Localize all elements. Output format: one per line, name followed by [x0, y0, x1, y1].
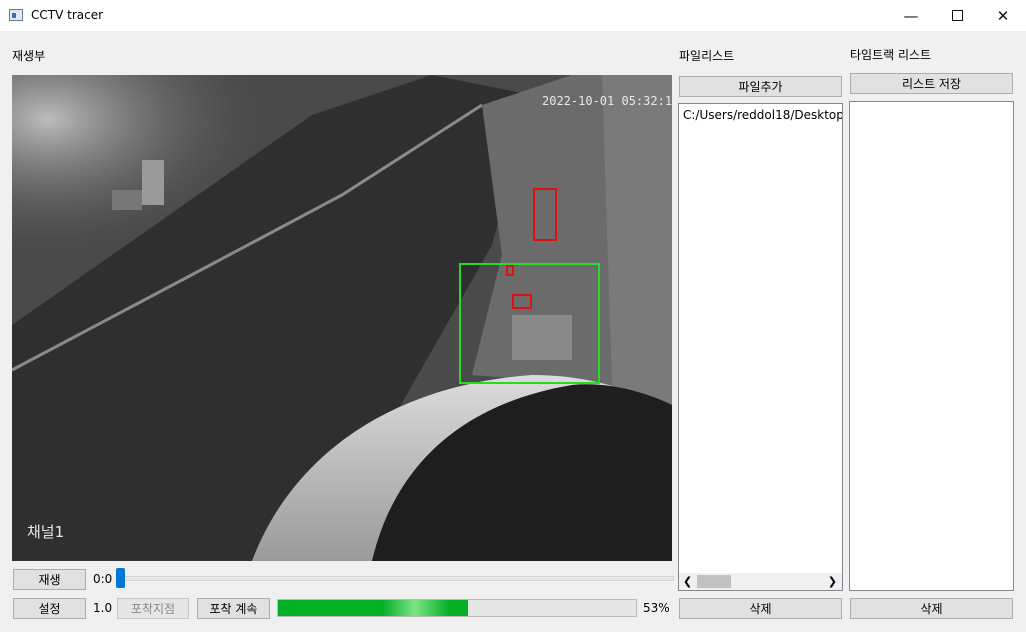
video-frame: 2022-10-01 05:32:17 채널1 — [12, 75, 672, 561]
time-label: 0:0 — [93, 572, 113, 586]
add-file-button[interactable]: 파일추가 — [679, 76, 842, 97]
cctv-scene: 2022-10-01 05:32:17 채널1 — [12, 75, 672, 561]
file-list-item[interactable]: C:/Users/reddol18/Desktop/9 — [683, 108, 842, 122]
progress-fill — [278, 600, 468, 616]
scroll-right-icon[interactable]: ❯ — [828, 573, 837, 590]
save-list-button[interactable]: 리스트 저장 — [850, 73, 1013, 94]
delete-timetrack-button[interactable]: 삭제 — [850, 598, 1013, 619]
seek-slider[interactable] — [116, 568, 674, 590]
maximize-button[interactable] — [934, 0, 980, 31]
player-section-label: 재생부 — [12, 49, 46, 63]
maximize-icon — [951, 10, 963, 21]
window-title: CCTV tracer — [31, 8, 104, 22]
file-list-section-label: 파일리스트 — [679, 49, 735, 63]
scroll-left-icon[interactable]: ❮ — [683, 573, 692, 590]
minimize-button[interactable]: — — [888, 0, 934, 31]
app-icon — [9, 9, 23, 21]
close-button[interactable]: ✕ — [980, 0, 1026, 31]
close-icon: ✕ — [996, 6, 1010, 25]
horizontal-scrollbar[interactable]: ❮ ❯ — [679, 573, 842, 590]
timetrack-section-label: 타임트랙 리스트 — [850, 48, 932, 62]
video-channel-label: 채널1 — [27, 523, 64, 541]
progress-bar — [277, 599, 637, 617]
minimize-icon: — — [903, 6, 919, 25]
progress-percent: 53% — [643, 601, 670, 615]
timetrack-listbox[interactable] — [849, 101, 1014, 591]
speed-value: 1.0 — [93, 601, 113, 615]
scrollbar-thumb[interactable] — [697, 575, 731, 588]
settings-button[interactable]: 설정 — [13, 598, 86, 619]
seek-track — [116, 576, 674, 581]
seek-thumb[interactable] — [116, 568, 125, 588]
title-bar: CCTV tracer — ✕ — [0, 0, 1026, 31]
delete-file-button[interactable]: 삭제 — [679, 598, 842, 619]
continue-capture-button[interactable]: 포착 계속 — [197, 598, 270, 619]
video-timestamp: 2022-10-01 05:32:17 — [542, 94, 672, 108]
play-button[interactable]: 재생 — [13, 569, 86, 590]
file-listbox[interactable]: C:/Users/reddol18/Desktop/9 ❮ ❯ — [678, 103, 843, 591]
capture-point-button[interactable]: 포착지점 — [117, 598, 189, 619]
